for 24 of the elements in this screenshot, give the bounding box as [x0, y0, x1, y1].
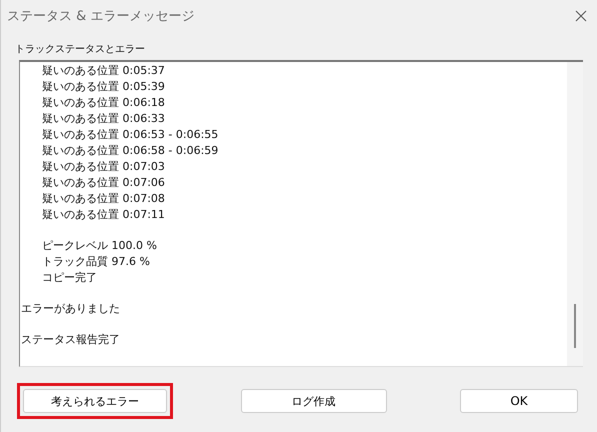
log-line: 疑いのある位置 0:06:33	[41, 111, 166, 127]
log-line: 疑いのある位置 0:05:37	[41, 63, 166, 79]
log-line: 疑いのある位置 0:07:06	[41, 175, 166, 191]
log-line: 疑いのある位置 0:05:39	[41, 79, 166, 95]
log-line: 疑いのある位置 0:06:18	[41, 95, 166, 111]
window-title: ステータス & エラーメッセージ	[7, 8, 194, 25]
log-line: エラーがありました	[20, 301, 121, 317]
scrollbar-thumb[interactable]	[574, 304, 576, 348]
log-line: トラック品質 97.6 %	[41, 254, 151, 270]
scrollbar[interactable]	[567, 62, 583, 366]
log-line: ステータス報告完了	[20, 332, 121, 348]
dialog-button[interactable]: OK	[460, 389, 578, 413]
log-line: 疑いのある位置 0:07:03	[41, 159, 166, 175]
log-line: 疑いのある位置 0:07:11	[41, 207, 166, 223]
group-label: トラックステータスとエラー	[15, 43, 146, 57]
log-line: 疑いのある位置 0:06:53 - 0:06:55	[41, 127, 220, 143]
log-line: ピークレベル 100.0 %	[41, 238, 158, 254]
close-button[interactable]	[573, 8, 589, 24]
dialog-button[interactable]: 考えられるエラー	[23, 389, 167, 413]
log-line: コピー完了	[41, 270, 98, 286]
log-line: 疑いのある位置 0:06:58 - 0:06:59	[41, 143, 220, 159]
dialog-button[interactable]: ログ作成	[240, 389, 386, 413]
close-icon	[575, 10, 587, 22]
log-line: 疑いのある位置 0:07:08	[41, 191, 166, 207]
